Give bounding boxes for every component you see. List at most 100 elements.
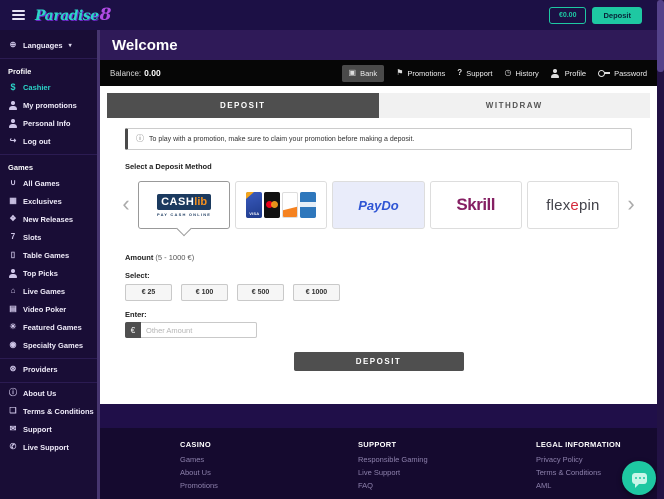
cashlib-word1: CASH [161,196,194,208]
payment-method-cashlib[interactable]: CASHlib PAY CASH ONLINE [138,181,230,229]
sidebar-item-top-picks[interactable]: Top Picks [0,264,97,282]
balance-pill-button[interactable]: €0.00 [549,7,587,24]
nav-item-bank[interactable]: ▣ Bank [342,65,385,82]
sidebar-item-label: About Us [23,389,56,398]
nav-label: Bank [360,69,377,78]
footer-column-casino: CASINO Games About Us Promotions [180,440,358,499]
carousel-prev-icon[interactable]: ‹ [119,181,133,229]
amount-range: (5 - 1000 €) [155,253,194,262]
brand-logo[interactable]: Paradise8 [35,7,111,24]
sidebar-item-new-releases[interactable]: ❖ New Releases [0,210,97,228]
panel-bottom-spacer [100,404,664,428]
person-icon [8,269,18,278]
dollar-icon: $ [8,83,18,92]
info-icon: ⓘ [8,389,18,397]
logo-text: Paradise [35,8,99,24]
main-content: Welcome Balance:0.00 ▣ Bank ⚑ Promotions [100,30,664,499]
page-footer: CASINO Games About Us Promotions SUPPORT… [100,428,664,499]
badge-icon: ◉ [8,341,18,349]
footer-link-games[interactable]: Games [180,455,358,464]
card-logos: VISA [246,192,316,218]
body-row: ⊕ Languages ▾ Profile $ Cashier My promo… [0,30,664,499]
currency-prefix: € [125,322,141,338]
sidebar-item-support[interactable]: ✉ Support [0,420,97,438]
page-scrollbar[interactable] [657,0,664,499]
sidebar-item-cashier[interactable]: $ Cashier [0,78,97,96]
tab-withdraw[interactable]: WITHDRAW [379,93,651,118]
sidebar-section-games: Games [0,156,97,174]
sidebar-item-label: Live Support [23,443,69,452]
preset-100-button[interactable]: € 100 [181,284,228,301]
footer-link-about-us[interactable]: About Us [180,468,358,477]
seven-icon: 7 [8,233,18,241]
sidebar-item-label: Cashier [23,83,51,92]
nav-item-password[interactable]: Password [598,69,647,78]
sidebar-item-personal-info[interactable]: Personal Info [0,114,97,132]
footer-link-responsible-gaming[interactable]: Responsible Gaming [358,455,536,464]
nav-item-promotions[interactable]: ⚑ Promotions [396,69,445,78]
sidebar-item-terms-conditions[interactable]: ❏ Terms & Conditions [0,402,97,420]
card-icon: ▯ [8,251,18,259]
sidebar-item-label: Providers [23,365,58,374]
live-chat-button[interactable] [622,461,656,495]
footer-header: SUPPORT [358,440,536,449]
nav-item-support[interactable]: ? Support [457,69,492,78]
sidebar-section-profile: Profile [0,60,97,78]
hamburger-menu-icon[interactable] [12,10,25,20]
page-title: Welcome [112,38,664,53]
sidebar-item-table-games[interactable]: ▯ Table Games [0,246,97,264]
sidebar-item-log-out[interactable]: ↪ Log out [0,132,97,150]
footer-link-faq[interactable]: FAQ [358,481,536,490]
scrollbar-thumb[interactable] [657,0,664,72]
cashlib-tagline: PAY CASH ONLINE [157,212,211,217]
footer-link-live-support[interactable]: Live Support [358,468,536,477]
sidebar-item-label: Support [23,425,52,434]
sidebar-item-label: Languages [23,41,63,50]
topbar-deposit-button[interactable]: Deposit [592,7,642,24]
other-amount-input[interactable] [141,322,257,338]
sidebar-item-slots[interactable]: 7 Slots [0,228,97,246]
grid-icon: ▦ [8,197,18,205]
nav-item-history[interactable]: ◷ History [504,69,538,78]
sidebar-item-all-games[interactable]: ∪ All Games [0,174,97,192]
footer-link-promotions[interactable]: Promotions [180,481,358,490]
balance-display: Balance:0.00 [110,68,161,78]
question-icon: ? [457,69,462,77]
payment-method-paydo[interactable]: PayDo [332,181,424,229]
skrill-logo: Skrill [456,195,495,215]
payment-method-credit-cards[interactable]: VISA [235,181,327,229]
carousel-next-icon[interactable]: › [624,181,638,229]
visa-card-icon: VISA [246,192,262,218]
globe-icon: ⊕ [8,41,18,49]
deposit-submit-button[interactable]: DEPOSIT [294,352,464,371]
preset-25-button[interactable]: € 25 [125,284,172,301]
sidebar-item-featured-games[interactable]: ✳ Featured Games [0,318,97,336]
preset-500-button[interactable]: € 500 [237,284,284,301]
sidebar-item-live-support[interactable]: ✆ Live Support [0,438,97,456]
preset-1000-button[interactable]: € 1000 [293,284,340,301]
sidebar-item-label: Terms & Conditions [23,407,94,416]
tab-deposit[interactable]: DEPOSIT [107,93,379,118]
burst-icon: ✳ [8,323,18,331]
horseshoe-icon: ∪ [8,179,18,187]
sidebar-item-specialty-games[interactable]: ◉ Specialty Games [0,336,97,354]
sidebar-item-languages[interactable]: ⊕ Languages ▾ [0,36,97,54]
sidebar-item-my-promotions[interactable]: My promotions [0,96,97,114]
sidebar-item-label: Personal Info [23,119,71,128]
cashlib-word2: lib [194,196,207,208]
sidebar-item-about-us[interactable]: ⓘ About Us [0,384,97,402]
sidebar-item-exclusives[interactable]: ▦ Exclusives [0,192,97,210]
sidebar-item-providers[interactable]: ⊛ Providers [0,360,97,378]
deposit-method-label: Select a Deposit Method [125,162,632,171]
person-icon [551,69,561,78]
caret-down-icon: ▾ [69,42,72,49]
discover-card-icon [282,192,298,218]
sidebar-item-video-poker[interactable]: ▤ Video Poker [0,300,97,318]
payment-method-flexepin[interactable]: flexepin [527,181,619,229]
footer-header: LEGAL INFORMATION [536,440,664,449]
sidebar-item-live-games[interactable]: ⌂ Live Games [0,282,97,300]
payment-method-skrill[interactable]: Skrill [430,181,522,229]
nav-item-profile[interactable]: Profile [551,69,586,78]
sidebar-item-label: Top Picks [23,269,58,278]
flexepin-logo: flexepin [546,197,599,214]
